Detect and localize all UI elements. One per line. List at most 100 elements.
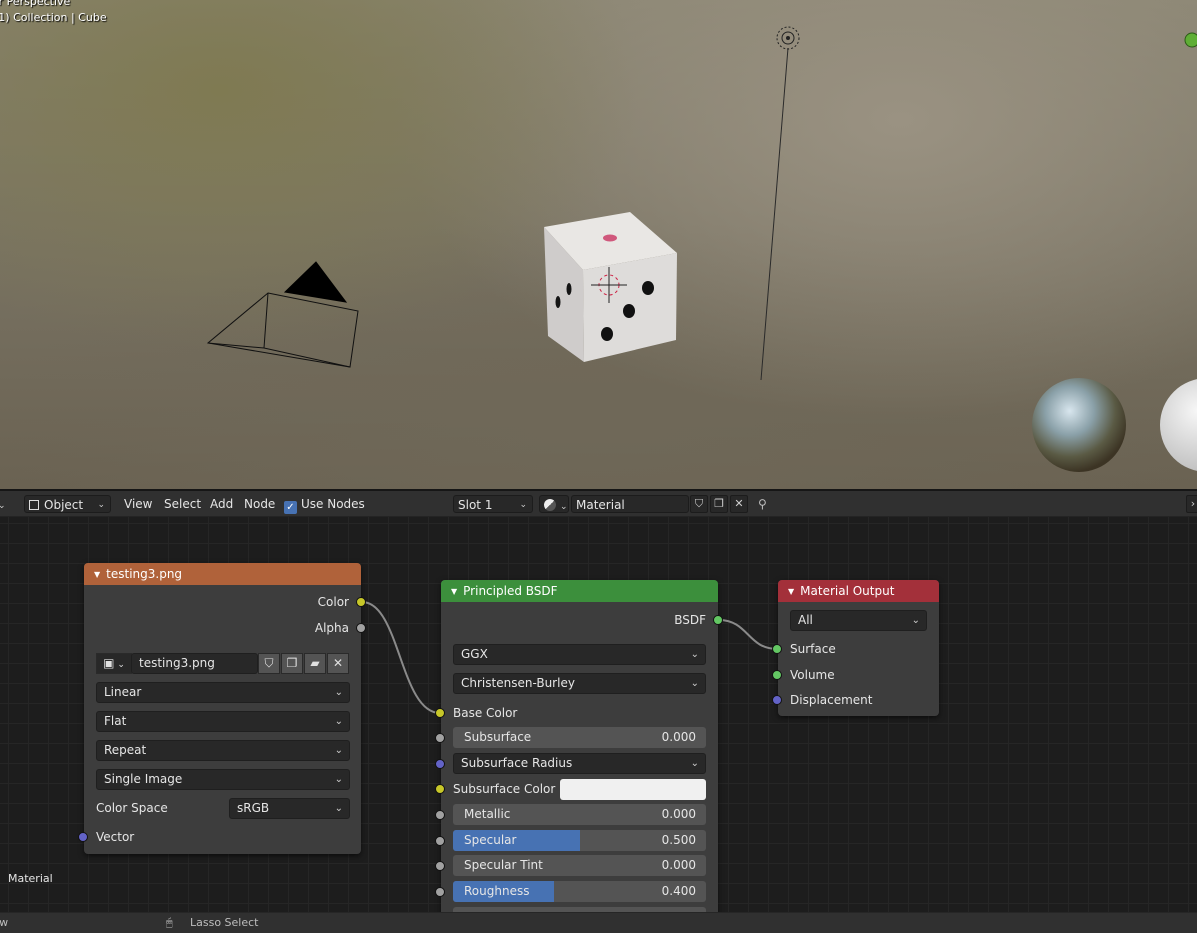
projection-dropdown[interactable]: Flat ⌄ bbox=[96, 711, 350, 732]
interpolation-dropdown[interactable]: Linear ⌄ bbox=[96, 682, 350, 703]
color-space-dropdown[interactable]: sRGB ⌄ bbox=[229, 798, 350, 819]
menu-select[interactable]: Select bbox=[164, 495, 201, 513]
specular-input-socket[interactable] bbox=[435, 836, 445, 846]
pin-icon[interactable]: ⚲ bbox=[758, 495, 767, 513]
open-folder-icon[interactable]: ▰ bbox=[304, 653, 326, 674]
camera-object[interactable] bbox=[206, 261, 359, 368]
surface-input-socket[interactable] bbox=[772, 644, 782, 654]
collapse-triangle-icon[interactable]: ▼ bbox=[788, 587, 794, 596]
sidebar-toggle-icon[interactable]: › bbox=[1186, 495, 1197, 513]
principled-bsdf-node[interactable]: ▼ Principled BSDF BSDF GGX ⌄ Christensen-B… bbox=[435, 580, 723, 912]
color-output-socket[interactable] bbox=[356, 597, 366, 607]
link-bsdf-to-surface bbox=[718, 619, 778, 650]
white-preview-sphere bbox=[1160, 379, 1197, 471]
subsurface-color-swatch[interactable] bbox=[560, 779, 706, 800]
color-space-value: sRGB bbox=[237, 801, 270, 815]
target-dropdown[interactable]: All ⌄ bbox=[790, 610, 927, 631]
fake-user-shield-icon[interactable]: ⛉ bbox=[258, 653, 280, 674]
roughness-slider[interactable]: Roughness 0.400 bbox=[453, 881, 706, 902]
image-texture-node-header[interactable]: ▼ testing3.png bbox=[84, 563, 361, 585]
unlink-material-icon[interactable]: ✕ bbox=[730, 495, 748, 513]
chevron-down-icon: ⌄ bbox=[690, 678, 699, 689]
chevron-down-icon: ⌄ bbox=[334, 803, 343, 814]
duplicate-material-icon[interactable]: ❐ bbox=[710, 495, 728, 513]
subsurface-radius-input-socket[interactable] bbox=[435, 759, 445, 769]
specular-value: 0.500 bbox=[661, 833, 696, 847]
slot-dropdown[interactable]: Slot 1 ⌄ bbox=[453, 495, 533, 513]
vector-input-label: Vector bbox=[96, 830, 135, 844]
subsurface-radius-dropdown[interactable]: Subsurface Radius ⌄ bbox=[453, 753, 706, 774]
chevron-down-icon: ⌄ bbox=[911, 615, 920, 626]
source-dropdown[interactable]: Single Image ⌄ bbox=[96, 769, 350, 790]
material-output-node-header[interactable]: ▼ Material Output bbox=[778, 580, 939, 602]
target-label: All bbox=[798, 613, 813, 627]
subsurface-slider[interactable]: Subsurface 0.000 bbox=[453, 727, 706, 748]
menu-view[interactable]: View bbox=[124, 495, 152, 513]
subsurface-color-input-socket[interactable] bbox=[435, 784, 445, 794]
collapse-triangle-icon[interactable]: ▼ bbox=[94, 570, 100, 579]
menu-node[interactable]: Node bbox=[244, 495, 275, 513]
chevron-down-icon: ⌄ bbox=[560, 502, 568, 512]
chevron-down-icon: ⌄ bbox=[334, 687, 343, 698]
specular-tint-slider[interactable]: Specular Tint 0.000 bbox=[453, 855, 706, 876]
alpha-output-socket[interactable] bbox=[356, 623, 366, 633]
subsurface-method-dropdown[interactable]: Christensen-Burley ⌄ bbox=[453, 673, 706, 694]
material-browse-button[interactable]: ⌄ bbox=[539, 495, 569, 513]
subsurface-input-socket[interactable] bbox=[435, 733, 445, 743]
subsurface-value: 0.000 bbox=[661, 730, 696, 744]
roughness-input-socket[interactable] bbox=[435, 887, 445, 897]
subsurface-color-label: Subsurface Color bbox=[453, 782, 556, 796]
material-sphere-icon bbox=[544, 499, 556, 511]
node-title: testing3.png bbox=[106, 567, 183, 581]
object-type-dropdown[interactable]: Object ⌄ bbox=[24, 495, 111, 513]
light-icon[interactable] bbox=[776, 26, 800, 50]
chevron-down-icon: ⌄ bbox=[114, 660, 125, 670]
duplicate-image-icon[interactable]: ❐ bbox=[281, 653, 303, 674]
distribution-dropdown[interactable]: GGX ⌄ bbox=[453, 644, 706, 665]
principled-bsdf-node-header[interactable]: ▼ Principled BSDF bbox=[441, 580, 718, 602]
image-name-field[interactable]: testing3.png bbox=[131, 653, 258, 674]
output-alpha-label: Alpha bbox=[314, 621, 349, 635]
collapse-triangle-icon[interactable]: ▼ bbox=[451, 587, 457, 596]
node-title: Material Output bbox=[800, 584, 895, 598]
displacement-input-socket[interactable] bbox=[772, 695, 782, 705]
vector-input-socket[interactable] bbox=[78, 832, 88, 842]
metallic-input-socket[interactable] bbox=[435, 810, 445, 820]
material-name-field[interactable]: Material bbox=[571, 495, 689, 513]
specular-tint-value: 0.000 bbox=[661, 858, 696, 872]
use-nodes-toggle[interactable]: ✓ Use Nodes bbox=[284, 495, 365, 514]
base-color-input-socket[interactable] bbox=[435, 708, 445, 718]
chevron-down-icon: ⌄ bbox=[334, 716, 343, 727]
unlink-image-icon[interactable]: ✕ bbox=[327, 653, 349, 674]
chevron-down-icon: ⌄ bbox=[690, 649, 699, 660]
specular-slider[interactable]: Specular 0.500 bbox=[453, 830, 706, 851]
editor-type-dropdown[interactable]: ⌄ bbox=[0, 495, 6, 513]
base-color-label: Base Color bbox=[453, 706, 518, 720]
node-editor-canvas[interactable]: ▼ testing3.png Color Alpha ▣ ⌄ testing3.p… bbox=[0, 517, 1197, 912]
link-color-to-basecolor bbox=[361, 601, 441, 714]
image-icon: ▣ bbox=[103, 656, 115, 670]
volume-input-socket[interactable] bbox=[772, 670, 782, 680]
fake-user-shield-icon[interactable]: ⛉ bbox=[690, 495, 708, 513]
cube-object[interactable] bbox=[544, 212, 677, 362]
specular-tint-input-socket[interactable] bbox=[435, 861, 445, 871]
projection-label: Flat bbox=[104, 714, 127, 728]
hdri-preview-sphere bbox=[1032, 378, 1126, 472]
gizmo-axis-dot bbox=[1184, 32, 1197, 48]
image-texture-node[interactable]: ▼ testing3.png Color Alpha ▣ ⌄ testing3.p… bbox=[78, 563, 366, 854]
chevron-down-icon: ⌄ bbox=[97, 500, 105, 510]
3d-viewport[interactable]: User Perspective (1) Collection | Cube bbox=[0, 0, 1197, 489]
status-lasso-hint: Lasso Select bbox=[190, 916, 259, 929]
metallic-label: Metallic bbox=[464, 807, 511, 821]
node-title: Principled BSDF bbox=[463, 584, 558, 598]
metallic-slider[interactable]: Metallic 0.000 bbox=[453, 804, 706, 825]
material-output-node[interactable]: ▼ Material Output All ⌄ Surface Volume Dis… bbox=[772, 580, 939, 716]
image-browse-button[interactable]: ▣ ⌄ bbox=[96, 653, 132, 674]
chevron-down-icon: ⌄ bbox=[334, 774, 343, 785]
volume-input-label: Volume bbox=[790, 668, 835, 682]
viewport-scene bbox=[206, 26, 1197, 472]
slot-label: Slot 1 bbox=[458, 498, 493, 512]
extension-dropdown[interactable]: Repeat ⌄ bbox=[96, 740, 350, 761]
menu-add[interactable]: Add bbox=[210, 495, 233, 513]
bsdf-output-socket[interactable] bbox=[713, 615, 723, 625]
